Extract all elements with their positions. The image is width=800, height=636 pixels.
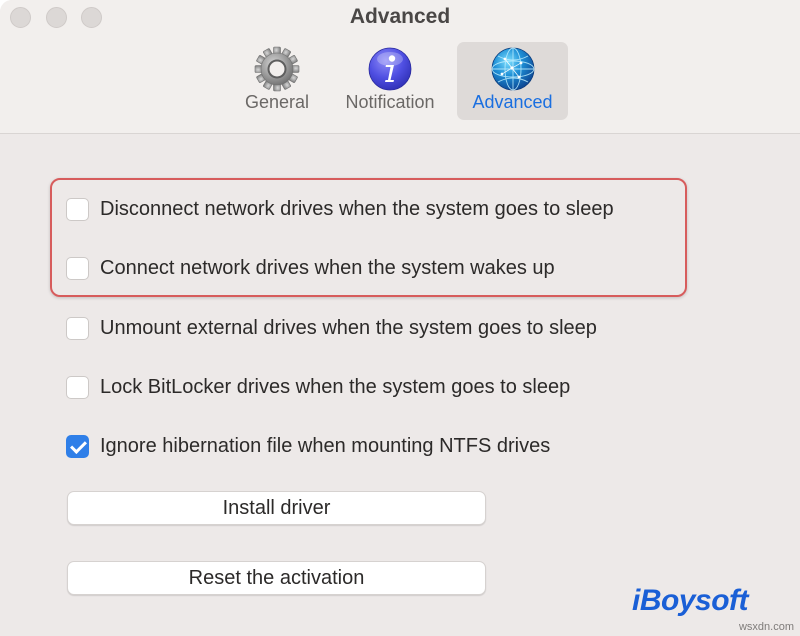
tab-advanced-label: Advanced [472, 92, 553, 112]
window-title: Advanced [349, 5, 451, 28]
option-ignore-hibernation-file[interactable]: Ignore hibernation file when mounting NT… [66, 433, 550, 459]
checkbox-connect-network-drives[interactable] [66, 256, 89, 280]
checkbox-unmount-external-drives[interactable] [66, 316, 89, 340]
gear-icon [254, 46, 300, 92]
tab-general[interactable]: General [236, 42, 318, 120]
checkbox-ignore-hibernation-file[interactable] [66, 434, 89, 458]
option-label: Ignore hibernation file when mounting NT… [100, 434, 551, 457]
checkbox-disconnect-network-drives[interactable] [66, 197, 89, 221]
site-watermark: wsxdn.com [738, 621, 794, 633]
option-disconnect-network-drives[interactable]: Disconnect network drives when the syste… [66, 196, 614, 222]
globe-icon [491, 47, 534, 91]
app-window: Advanced General Notification Advanced D… [0, 0, 800, 636]
tab-notification[interactable]: Notification [331, 42, 449, 120]
info-icon [368, 47, 412, 91]
checkbox-lock-bitlocker-drives[interactable] [66, 375, 89, 399]
option-unmount-external-drives[interactable]: Unmount external drives when the system … [66, 315, 597, 341]
option-label: Disconnect network drives when the syste… [100, 197, 614, 220]
toolbar: Advanced General Notification Advanced [0, 0, 800, 134]
option-connect-network-drives[interactable]: Connect network drives when the system w… [66, 255, 555, 281]
option-lock-bitlocker-drives[interactable]: Lock BitLocker drives when the system go… [66, 374, 570, 400]
tab-general-label: General [244, 92, 310, 112]
install-driver-button[interactable]: Install driver [67, 491, 486, 525]
option-label: Unmount external drives when the system … [100, 316, 597, 339]
tab-notification-label: Notification [345, 92, 435, 112]
reset-activation-button[interactable]: Reset the activation [67, 561, 486, 595]
option-label: Connect network drives when the system w… [100, 256, 555, 279]
option-label: Lock BitLocker drives when the system go… [100, 375, 571, 398]
tab-advanced[interactable]: Advanced [457, 42, 568, 120]
brand-logo: iBoysoft [632, 584, 749, 617]
